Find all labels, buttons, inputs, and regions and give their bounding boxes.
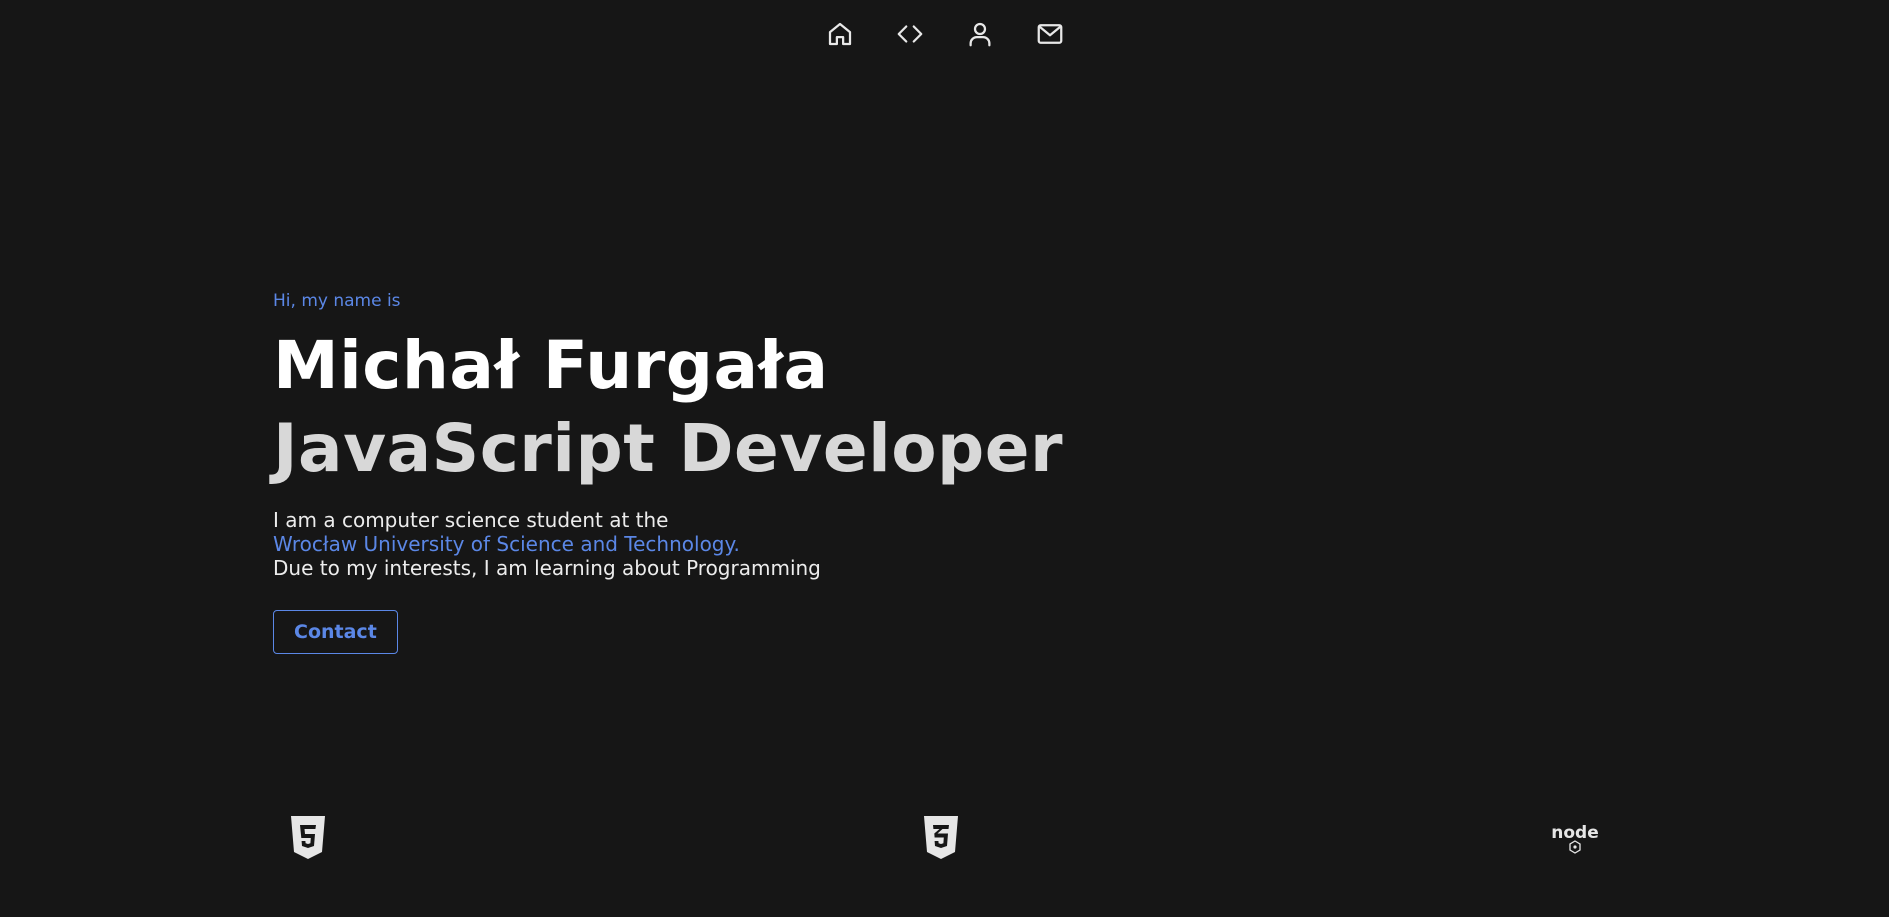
contact-button[interactable]: Contact: [273, 610, 398, 654]
university-link[interactable]: Wrocław University of Science and Techno…: [273, 532, 1373, 556]
bio-line: I am a computer science student at the: [273, 508, 669, 532]
page: Hi, my name is Michał Furgała JavaScript…: [0, 0, 1889, 917]
nav-home-button[interactable]: [822, 16, 858, 52]
user-icon: [969, 22, 990, 47]
hero-role: JavaScript Developer: [273, 410, 1064, 487]
nav-projects-button[interactable]: [892, 16, 928, 52]
greeting-text: Hi, my name is: [273, 291, 401, 311]
tech-nodejs: node: [1548, 815, 1602, 861]
top-nav: [822, 16, 1068, 52]
nodejs-icon: node: [1551, 823, 1599, 854]
tech-html5: [288, 815, 328, 861]
html5-icon: [291, 816, 325, 859]
hero-section: Hi, my name is Michał Furgała JavaScript…: [273, 290, 1373, 654]
code-icon: [897, 25, 922, 43]
mail-icon: [1037, 24, 1062, 44]
css3-icon: [924, 816, 958, 859]
home-icon: [828, 22, 851, 46]
tech-css3: [921, 815, 961, 861]
node-wordmark: node: [1551, 823, 1598, 843]
hero-bio: I am a computer science student at the W…: [273, 508, 1373, 580]
bio-line: Due to my interests, I am learning about…: [273, 556, 821, 580]
nav-contact-button[interactable]: [1032, 16, 1068, 52]
nav-about-button[interactable]: [962, 16, 998, 52]
hero-name: Michał Furgała: [273, 327, 829, 404]
